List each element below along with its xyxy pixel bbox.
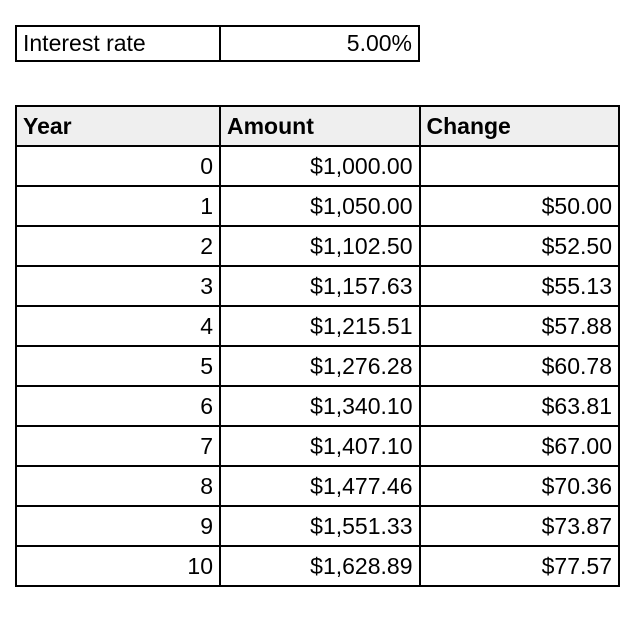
change-cell[interactable]: $73.87	[418, 505, 620, 547]
table-row: 7 $1,407.10 $67.00	[15, 425, 620, 467]
amount-cell[interactable]: $1,157.63	[219, 265, 421, 307]
table-row: 9 $1,551.33 $73.87	[15, 505, 620, 547]
table-row: 10 $1,628.89 $77.57	[15, 545, 620, 587]
interest-rate-value[interactable]: 5.00%	[219, 25, 420, 62]
year-cell[interactable]: 3	[15, 265, 221, 307]
table-row: 3 $1,157.63 $55.13	[15, 265, 620, 307]
change-cell[interactable]: $50.00	[418, 185, 620, 227]
compound-interest-table: Year Amount Change 0 $1,000.00 1 $1,050.00 $…	[15, 105, 620, 587]
year-cell[interactable]: 10	[15, 545, 221, 587]
change-cell[interactable]: $57.88	[418, 305, 620, 347]
change-cell[interactable]: $52.50	[418, 225, 620, 267]
header-amount[interactable]: Amount	[219, 105, 421, 147]
year-cell[interactable]: 2	[15, 225, 221, 267]
amount-cell[interactable]: $1,050.00	[219, 185, 421, 227]
year-cell[interactable]: 0	[15, 145, 221, 187]
amount-cell[interactable]: $1,340.10	[219, 385, 421, 427]
change-cell[interactable]: $63.81	[418, 385, 620, 427]
table-row: 8 $1,477.46 $70.36	[15, 465, 620, 507]
year-cell[interactable]: 6	[15, 385, 221, 427]
amount-cell[interactable]: $1,477.46	[219, 465, 421, 507]
interest-rate-label[interactable]: Interest rate	[15, 25, 221, 62]
header-year[interactable]: Year	[15, 105, 221, 147]
year-cell[interactable]: 5	[15, 345, 221, 387]
amount-cell[interactable]: $1,215.51	[219, 305, 421, 347]
change-cell[interactable]	[418, 145, 620, 187]
table-row: 2 $1,102.50 $52.50	[15, 225, 620, 267]
year-cell[interactable]: 4	[15, 305, 221, 347]
year-cell[interactable]: 8	[15, 465, 221, 507]
amount-cell[interactable]: $1,628.89	[219, 545, 421, 587]
change-cell[interactable]: $67.00	[418, 425, 620, 467]
year-cell[interactable]: 9	[15, 505, 221, 547]
change-cell[interactable]: $55.13	[418, 265, 620, 307]
table-row: 0 $1,000.00	[15, 145, 620, 187]
change-cell[interactable]: $60.78	[418, 345, 620, 387]
amount-cell[interactable]: $1,276.28	[219, 345, 421, 387]
interest-rate-row: Interest rate 5.00%	[15, 25, 420, 62]
table-row: 5 $1,276.28 $60.78	[15, 345, 620, 387]
table-row: 1 $1,050.00 $50.00	[15, 185, 620, 227]
amount-cell[interactable]: $1,407.10	[219, 425, 421, 467]
amount-cell[interactable]: $1,551.33	[219, 505, 421, 547]
header-row: Year Amount Change	[15, 105, 620, 147]
header-change[interactable]: Change	[418, 105, 620, 147]
table-row: 4 $1,215.51 $57.88	[15, 305, 620, 347]
amount-cell[interactable]: $1,102.50	[219, 225, 421, 267]
table-row: 6 $1,340.10 $63.81	[15, 385, 620, 427]
change-cell[interactable]: $70.36	[418, 465, 620, 507]
amount-cell[interactable]: $1,000.00	[219, 145, 421, 187]
change-cell[interactable]: $77.57	[418, 545, 620, 587]
year-cell[interactable]: 7	[15, 425, 221, 467]
year-cell[interactable]: 1	[15, 185, 221, 227]
interest-rate-table: Interest rate 5.00%	[15, 25, 420, 62]
